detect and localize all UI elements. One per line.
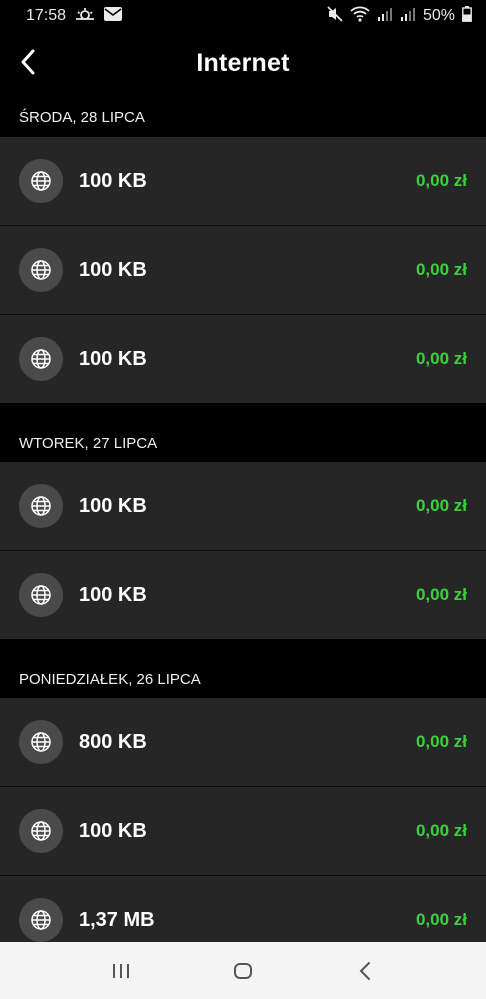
globe-icon bbox=[19, 484, 63, 528]
home-icon bbox=[234, 962, 252, 979]
recent-apps-icon bbox=[113, 963, 129, 978]
price: 0,00 zł bbox=[415, 349, 467, 368]
data-amount: 1,37 MB bbox=[79, 908, 155, 931]
recent-apps-button[interactable] bbox=[101, 951, 141, 991]
price: 0,00 zł bbox=[415, 732, 467, 751]
list-item[interactable]: 100 KB 0,00 zł bbox=[0, 226, 486, 315]
price: 0,00 zł bbox=[415, 585, 467, 604]
list-item[interactable]: 800 KB 0,00 zł bbox=[0, 698, 486, 787]
price: 0,00 zł bbox=[415, 171, 467, 190]
globe-icon bbox=[19, 898, 63, 942]
chevron-left-icon bbox=[21, 49, 35, 75]
data-amount: 100 KB bbox=[79, 494, 147, 517]
globe-icon bbox=[19, 337, 63, 381]
home-button[interactable] bbox=[223, 951, 263, 991]
page-title: Internet bbox=[196, 48, 290, 77]
section-date: ŚRODA, 28 LIPCA bbox=[0, 94, 486, 137]
list-item[interactable]: 100 KB 0,00 zł bbox=[0, 462, 486, 551]
status-left: 17:58 bbox=[26, 6, 123, 27]
section-rows: 100 KB 0,00 zł 100 KB 0,00 zł 100 KB 0,0… bbox=[0, 137, 486, 403]
globe-icon bbox=[19, 809, 63, 853]
weather-icon bbox=[74, 6, 96, 27]
list-item[interactable]: 100 KB 0,00 zł bbox=[0, 551, 486, 639]
price: 0,00 zł bbox=[415, 260, 467, 279]
battery-icon bbox=[462, 5, 472, 27]
data-amount: 800 KB bbox=[79, 730, 147, 753]
data-amount: 100 KB bbox=[79, 258, 147, 281]
signal-2-icon bbox=[400, 6, 416, 27]
section-rows: 800 KB 0,00 zł 100 KB 0,00 zł 1,37 MB 0,… bbox=[0, 698, 486, 964]
data-amount: 100 KB bbox=[79, 169, 147, 192]
list-item[interactable]: 100 KB 0,00 zł bbox=[0, 137, 486, 226]
globe-icon bbox=[19, 573, 63, 617]
data-amount: 100 KB bbox=[79, 819, 147, 842]
globe-icon bbox=[19, 159, 63, 203]
price: 0,00 zł bbox=[415, 496, 467, 515]
system-nav-bar bbox=[0, 942, 486, 999]
price: 0,00 zł bbox=[415, 821, 467, 840]
price: 0,00 zł bbox=[415, 910, 467, 929]
nav-back-button[interactable] bbox=[345, 951, 385, 991]
battery-percent: 50% bbox=[422, 7, 455, 24]
status-bar: 17:58 50% bbox=[0, 0, 486, 32]
list-item[interactable]: 100 KB 0,00 zł bbox=[0, 315, 486, 403]
data-amount: 100 KB bbox=[79, 347, 147, 370]
back-icon bbox=[359, 961, 370, 980]
section-date: WTOREK, 27 LIPCA bbox=[0, 403, 486, 462]
back-button[interactable] bbox=[10, 44, 46, 80]
list-item[interactable]: 100 KB 0,00 zł bbox=[0, 787, 486, 876]
wifi-icon bbox=[350, 6, 370, 27]
section-rows: 100 KB 0,00 zł 100 KB 0,00 zł bbox=[0, 462, 486, 639]
globe-icon bbox=[19, 248, 63, 292]
globe-icon bbox=[19, 720, 63, 764]
mail-icon bbox=[104, 6, 123, 26]
status-time: 17:58 bbox=[26, 7, 67, 24]
app-header: Internet bbox=[0, 32, 486, 94]
status-right: 50% bbox=[327, 5, 472, 27]
section-date: PONIEDZIAŁEK, 26 LIPCA bbox=[0, 639, 486, 698]
data-amount: 100 KB bbox=[79, 583, 147, 606]
mute-icon bbox=[327, 5, 343, 27]
usage-list: ŚRODA, 28 LIPCA 100 KB 0,00 zł 100 KB 0,… bbox=[0, 94, 486, 964]
signal-icon bbox=[377, 6, 393, 27]
